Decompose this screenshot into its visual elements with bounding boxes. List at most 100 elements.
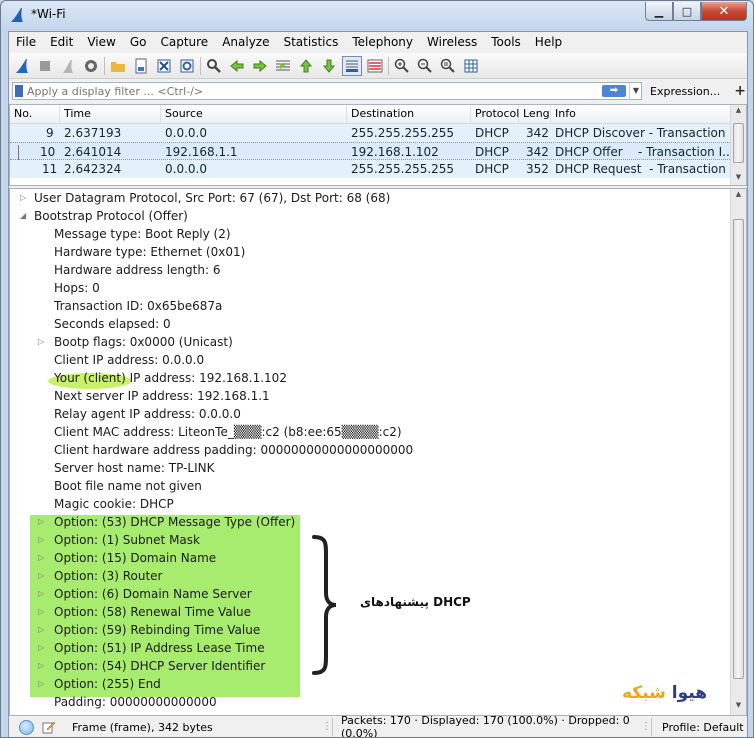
field-relay-agent-ip[interactable]: Relay agent IP address: 0.0.0.0 [54, 405, 241, 423]
packet-list-scrollbar[interactable]: ▲ ▼ [730, 105, 746, 185]
menu-wireless[interactable]: Wireless [420, 32, 484, 52]
expression-button[interactable]: Expression... [650, 85, 720, 98]
expand-arrow-icon[interactable]: ▷ [38, 675, 44, 693]
close-button[interactable]: ✕ [701, 2, 747, 21]
close-file-button[interactable] [154, 56, 174, 76]
packet-row[interactable]: 9 2.637193 0.0.0.0 255.255.255.255 DHCP … [10, 124, 746, 142]
add-filter-button[interactable]: + [734, 83, 746, 99]
zoom-out-button[interactable] [415, 56, 435, 76]
expand-arrow-icon[interactable]: ▷ [38, 549, 44, 567]
option-53[interactable]: ▷ Option: (53) DHCP Message Type (Offer) [38, 513, 295, 531]
field-hw-addr-length[interactable]: Hardware address length: 6 [54, 261, 220, 279]
last-packet-button[interactable] [319, 56, 339, 76]
menu-go[interactable]: Go [123, 32, 154, 52]
title-bar[interactable]: *Wi-Fi ▁ □ ✕ [1, 1, 753, 31]
first-packet-button[interactable] [296, 56, 316, 76]
field-client-ip[interactable]: Client IP address: 0.0.0.0 [54, 351, 204, 369]
menu-help[interactable]: Help [528, 32, 569, 52]
column-info[interactable]: Info [551, 105, 731, 123]
expand-arrow-icon[interactable]: ▷ [38, 639, 44, 657]
option-3[interactable]: ▷ Option: (3) Router [38, 567, 163, 585]
scroll-up-icon[interactable]: ▲ [733, 190, 744, 198]
option-51[interactable]: ▷ Option: (51) IP Address Lease Time [38, 639, 265, 657]
collapse-arrow-icon[interactable]: ◢ [20, 207, 26, 225]
field-client-mac[interactable]: Client MAC address: LiteonTe_▒▒▒:c2 (b8:… [54, 423, 402, 441]
open-file-button[interactable] [108, 56, 128, 76]
expand-arrow-icon[interactable]: ▷ [38, 333, 44, 351]
restart-capture-button[interactable] [58, 56, 78, 76]
column-destination[interactable]: Destination [347, 105, 471, 123]
menu-edit[interactable]: Edit [43, 32, 80, 52]
expand-arrow-icon[interactable]: ▷ [38, 603, 44, 621]
tree-node-bootp-flags[interactable]: ▷ Bootp flags: 0x0000 (Unicast) [38, 333, 233, 351]
go-to-packet-button[interactable] [273, 56, 293, 76]
field-seconds-elapsed[interactable]: Seconds elapsed: 0 [54, 315, 171, 333]
resize-columns-button[interactable] [461, 56, 481, 76]
reload-file-button[interactable] [177, 56, 197, 76]
menu-view[interactable]: View [80, 32, 122, 52]
packet-row-selected[interactable]: 10 2.641014 192.168.1.1 192.168.1.102 DH… [10, 142, 746, 161]
tree-node-bootp[interactable]: ◢ Bootstrap Protocol (Offer) [20, 207, 188, 225]
scroll-thumb[interactable] [733, 219, 744, 679]
field-server-host[interactable]: Server host name: TP-LINK [54, 459, 214, 477]
menu-file[interactable]: File [9, 32, 43, 52]
field-hw-padding[interactable]: Client hardware address padding: 0000000… [54, 441, 413, 459]
option-59[interactable]: ▷ Option: (59) Rebinding Time Value [38, 621, 260, 639]
field-hops[interactable]: Hops: 0 [54, 279, 100, 297]
find-packet-button[interactable] [204, 56, 224, 76]
capture-options-button[interactable] [81, 56, 101, 76]
menu-telephony[interactable]: Telephony [345, 32, 420, 52]
expand-arrow-icon[interactable]: ▷ [38, 621, 44, 639]
menu-capture[interactable]: Capture [153, 32, 215, 52]
save-file-button[interactable] [131, 56, 151, 76]
profile-selector[interactable]: Profile: Default [662, 721, 744, 734]
start-capture-button[interactable] [12, 56, 32, 76]
field-next-server-ip[interactable]: Next server IP address: 192.168.1.1 [54, 387, 270, 405]
stop-capture-button[interactable] [35, 56, 55, 76]
expand-arrow-icon[interactable]: ▷ [20, 189, 26, 207]
minimize-button[interactable]: ▁ [645, 2, 673, 21]
edit-comment-icon[interactable] [42, 720, 56, 734]
field-padding[interactable]: Padding: 00000000000000 [54, 693, 217, 711]
menu-tools[interactable]: Tools [484, 32, 528, 52]
column-no[interactable]: No. [10, 105, 60, 123]
option-1[interactable]: ▷ Option: (1) Subnet Mask [38, 531, 200, 549]
autoscroll-button[interactable] [342, 55, 362, 76]
maximize-button[interactable]: □ [673, 2, 701, 21]
tree-node-udp[interactable]: ▷ User Datagram Protocol, Src Port: 67 (… [20, 189, 390, 207]
expand-arrow-icon[interactable]: ▷ [38, 657, 44, 675]
field-magic-cookie[interactable]: Magic cookie: DHCP [54, 495, 174, 513]
normal-size-button[interactable] [438, 56, 458, 76]
expand-arrow-icon[interactable]: ▷ [38, 513, 44, 531]
colorize-button[interactable] [365, 56, 385, 76]
details-scrollbar[interactable]: ▲ ▼ [730, 189, 746, 715]
go-forward-button[interactable] [250, 56, 270, 76]
option-255[interactable]: ▷ Option: (255) End [38, 675, 161, 693]
expand-arrow-icon[interactable]: ▷ [38, 531, 44, 549]
go-back-button[interactable] [227, 56, 247, 76]
field-your-ip[interactable]: Your (client) IP address: 192.168.1.102 [54, 369, 287, 387]
menu-analyze[interactable]: Analyze [215, 32, 276, 52]
option-15[interactable]: ▷ Option: (15) Domain Name [38, 549, 216, 567]
bookmark-icon[interactable] [15, 85, 23, 97]
expand-arrow-icon[interactable]: ▷ [38, 585, 44, 603]
column-source[interactable]: Source [161, 105, 347, 123]
field-transaction-id[interactable]: Transaction ID: 0x65be687a [54, 297, 222, 315]
column-protocol[interactable]: Protocol [471, 105, 519, 123]
option-6[interactable]: ▷ Option: (6) Domain Name Server [38, 585, 252, 603]
expert-info-icon[interactable] [19, 719, 34, 735]
field-hardware-type[interactable]: Hardware type: Ethernet (0x01) [54, 243, 245, 261]
scroll-thumb[interactable] [733, 123, 744, 163]
packet-row[interactable]: 11 2.642324 0.0.0.0 255.255.255.255 DHCP… [10, 160, 746, 178]
field-boot-file[interactable]: Boot file name not given [54, 477, 202, 495]
filter-history-dropdown[interactable]: ▼ [629, 83, 642, 99]
resize-grip-icon[interactable]: ⋮ [322, 720, 332, 734]
menu-statistics[interactable]: Statistics [276, 32, 345, 52]
scroll-down-icon[interactable]: ▼ [733, 173, 744, 181]
column-length[interactable]: Leng [519, 105, 551, 123]
expand-arrow-icon[interactable]: ▷ [38, 567, 44, 585]
option-58[interactable]: ▷ Option: (58) Renewal Time Value [38, 603, 251, 621]
zoom-in-button[interactable] [392, 56, 412, 76]
resize-grip-icon[interactable]: ⋮ [641, 720, 651, 734]
scroll-down-icon[interactable]: ▼ [733, 701, 744, 709]
